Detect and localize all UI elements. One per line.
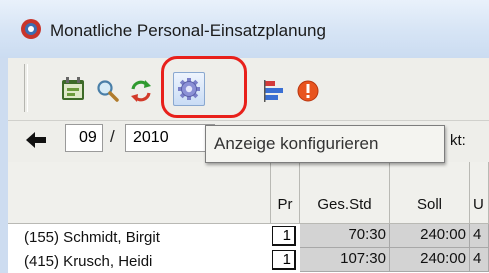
- field-label: kt:: [450, 132, 466, 149]
- search-icon[interactable]: [95, 78, 121, 104]
- alert-icon[interactable]: [295, 78, 321, 104]
- ges-std-cell[interactable]: 107:30: [300, 248, 390, 272]
- employee-name[interactable]: (155) Schmidt, Birgit: [24, 229, 160, 246]
- back-arrow-icon[interactable]: [24, 127, 50, 153]
- u-cell[interactable]: 4: [470, 224, 489, 248]
- month-field[interactable]: 09: [65, 124, 103, 152]
- ges-std-cell[interactable]: 70:30: [300, 224, 390, 248]
- app-icon: [20, 18, 42, 40]
- app-window: Monatliche Personal-Einsatzplanung 09 / …: [0, 0, 489, 273]
- highlight-annotation: [161, 56, 247, 118]
- grid-header-ges-std[interactable]: Ges.Std: [300, 162, 390, 224]
- bar-chart-icon[interactable]: [262, 78, 288, 104]
- pr-cell[interactable]: 1: [272, 226, 296, 246]
- soll-cell[interactable]: 240:00: [390, 224, 470, 248]
- refresh-icon[interactable]: [128, 78, 154, 104]
- window-title: Monatliche Personal-Einsatzplanung: [50, 21, 326, 40]
- toolbar-grip: [24, 64, 28, 112]
- pr-cell[interactable]: 1: [272, 250, 296, 270]
- grid-header-soll[interactable]: Soll: [390, 162, 470, 224]
- date-separator: /: [110, 127, 115, 146]
- year-field[interactable]: 2010: [125, 124, 215, 152]
- window-frame: [0, 58, 8, 273]
- grid-header-pr[interactable]: Pr: [271, 162, 300, 224]
- soll-cell[interactable]: 240:00: [390, 248, 470, 272]
- grid-header-name: [8, 162, 271, 224]
- grid-header-u[interactable]: U: [470, 162, 489, 224]
- calendar-icon[interactable]: [60, 76, 86, 102]
- employee-name[interactable]: (415) Krusch, Heidi: [24, 253, 152, 270]
- tooltip: Anzeige konfigurieren: [205, 125, 445, 163]
- u-cell[interactable]: 4: [470, 248, 489, 272]
